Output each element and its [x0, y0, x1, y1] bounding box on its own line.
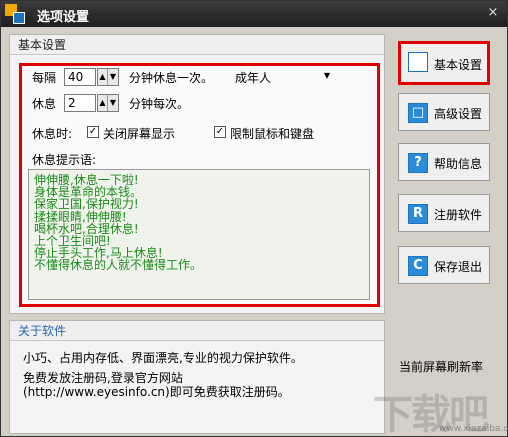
rest-suffix: 分钟每次。	[129, 97, 190, 111]
register-icon: R	[408, 204, 428, 224]
tips-label: 休息提示语:	[32, 153, 97, 167]
profile-select-value: 成年人	[235, 71, 272, 85]
basic-settings-button[interactable]: 基本设置	[398, 41, 490, 85]
spin-up-icon[interactable]: ▲	[98, 95, 108, 111]
help-icon: ?	[408, 153, 428, 173]
basic-settings-header: 基本设置	[10, 35, 384, 55]
rest-spinner[interactable]: ▲ ▼	[97, 94, 119, 112]
tip-line: 保家卫国,保护视力!	[34, 197, 139, 212]
rest-when-label: 休息时:	[32, 127, 73, 141]
spin-down-icon[interactable]: ▼	[108, 69, 118, 85]
interval-suffix: 分钟休息一次。	[129, 71, 214, 85]
tip-line: 不懂得休息的人就不懂得工作。	[34, 258, 203, 273]
tip-line: 揉揉眼睛,伸伸腰!	[34, 209, 127, 224]
window-icon: □	[408, 103, 428, 123]
help-button-label: 帮助信息	[434, 157, 483, 171]
save-exit-button[interactable]: C 保存退出	[398, 246, 490, 284]
square-icon	[408, 52, 428, 72]
rest-label: 休息	[32, 97, 57, 111]
spin-up-icon[interactable]: ▲	[98, 69, 108, 85]
refresh-rate-status: 当前屏幕刷新率	[399, 360, 484, 374]
close-button[interactable]: ×	[485, 5, 501, 21]
register-button[interactable]: R 注册软件	[398, 194, 490, 232]
chevron-down-icon[interactable]: ▼	[324, 71, 330, 80]
watermark-logo: 下载吧 www.xiazaiba.com	[373, 382, 508, 437]
options-window: 选项设置 × 基本设置 每隔 40 ▲ ▼ 分钟休息一次。 成年人 ▼ 休息 2…	[0, 0, 508, 437]
app-icon	[5, 4, 25, 24]
basic-settings-button-label: 基本设置	[434, 58, 483, 72]
save-exit-icon: C	[408, 256, 428, 276]
close-screen-label[interactable]: 关闭屏幕显示	[103, 125, 175, 142]
save-exit-button-label: 保存退出	[434, 260, 483, 274]
interval-input[interactable]: 40	[64, 68, 96, 86]
about-website[interactable]: (http://www.eyesinfo.cn)即可免费获取注册码。	[23, 383, 290, 400]
lock-input-checkbox[interactable]: ✓	[214, 126, 226, 138]
spin-down-icon[interactable]: ▼	[108, 95, 118, 111]
interval-spinner[interactable]: ▲ ▼	[97, 68, 119, 86]
window-title: 选项设置	[37, 10, 90, 25]
profile-select[interactable]: 成年人 ▼	[230, 68, 332, 86]
tips-textarea[interactable]: 伸伸腰,休息一下啦! 身体是革命的本钱。 保家卫国,保护视力! 揉揉眼睛,伸伸腰…	[28, 169, 370, 300]
about-description: 小巧、占用内存低、界面漂亮,专业的视力保护软件。	[23, 351, 303, 365]
help-button[interactable]: ? 帮助信息	[398, 143, 490, 181]
advanced-settings-button-label: 高级设置	[434, 107, 483, 121]
about-header: 关于软件	[10, 321, 384, 341]
lock-input-label[interactable]: 限制鼠标和键盘	[230, 125, 314, 142]
advanced-settings-button[interactable]: □ 高级设置	[398, 93, 490, 131]
watermark-url: www.xiazaiba.com	[439, 424, 508, 434]
register-button-label: 注册软件	[434, 208, 483, 222]
title-bar[interactable]: 选项设置 ×	[1, 1, 507, 27]
rest-input[interactable]: 2	[64, 94, 96, 112]
close-screen-checkbox[interactable]: ✓	[87, 126, 99, 138]
interval-label: 每隔	[32, 71, 57, 85]
